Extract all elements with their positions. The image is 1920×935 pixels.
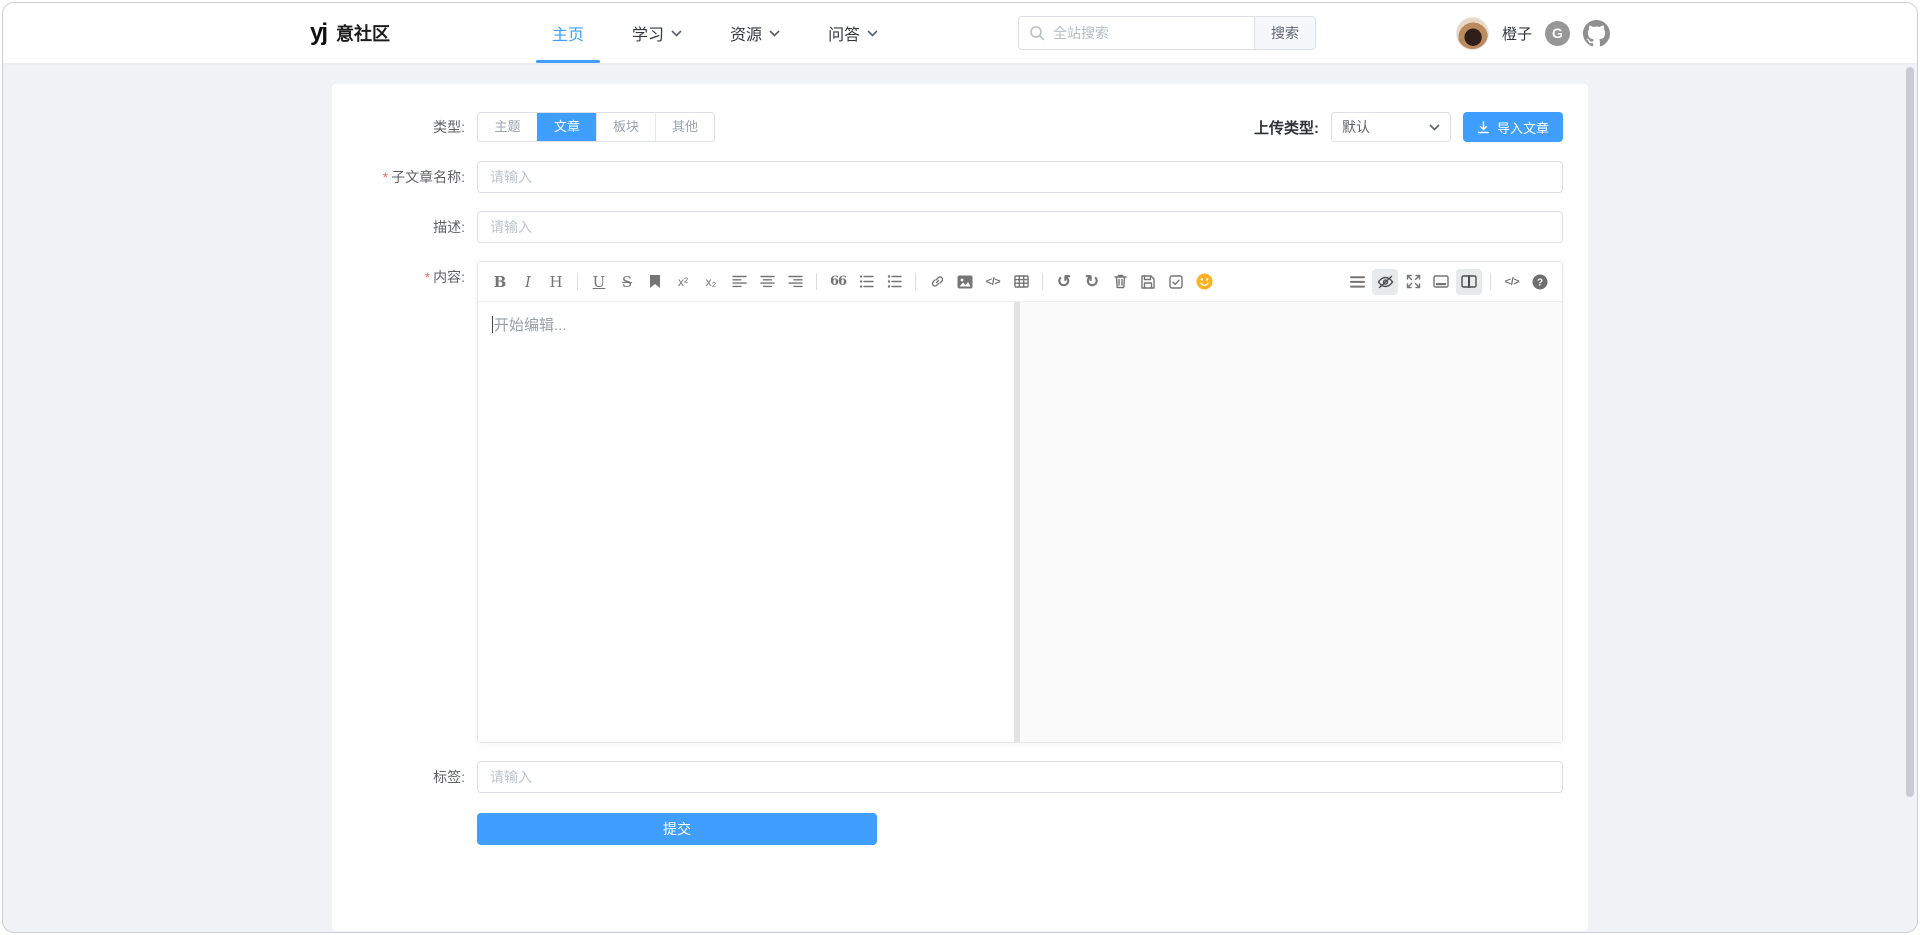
upload-type-label: 上传类型:	[1254, 117, 1319, 138]
sub-article-name-input[interactable]	[477, 161, 1563, 193]
table-icon[interactable]	[1008, 269, 1034, 295]
image-icon[interactable]	[952, 269, 978, 295]
toolbar-divider	[1490, 273, 1491, 290]
code-icon[interactable]: </>	[980, 269, 1006, 295]
scrollbar-thumb[interactable]	[1906, 67, 1914, 797]
quote-icon[interactable]: 66	[825, 269, 851, 295]
article-form-card: 类型: 主题 文章 板块 其他 上传类型: 默认	[332, 84, 1588, 931]
select-value: 默认	[1342, 117, 1370, 137]
user-cluster: 橙子 G	[1456, 17, 1610, 50]
download-icon	[1477, 121, 1490, 134]
check-square-icon[interactable]	[1163, 269, 1189, 295]
type-segmented-control: 主题 文章 板块 其他	[477, 112, 715, 142]
main-nav: 主页 学习 资源 问答	[528, 3, 902, 63]
app-window: yj 意社区 主页 学习 资源 问答	[2, 2, 1918, 933]
nav-label: 问答	[828, 21, 860, 45]
search-icon	[1029, 25, 1045, 41]
search-input[interactable]	[1018, 16, 1254, 50]
superscript-icon[interactable]: x²	[670, 269, 696, 295]
required-mark: *	[425, 269, 430, 285]
import-article-button[interactable]: 导入文章	[1463, 112, 1563, 142]
type-option-other[interactable]: 其他	[655, 113, 714, 141]
preview-toggle-icon[interactable]	[1372, 269, 1398, 295]
description-input[interactable]	[477, 211, 1563, 243]
align-center-icon[interactable]	[754, 269, 780, 295]
type-label: 类型:	[332, 111, 477, 143]
chevron-down-icon	[1429, 124, 1440, 131]
nav-label: 学习	[632, 21, 664, 45]
avatar[interactable]	[1456, 17, 1489, 50]
toc-icon[interactable]	[1344, 269, 1370, 295]
nav-item-learn[interactable]: 学习	[616, 3, 698, 63]
fullscreen-icon[interactable]	[1400, 269, 1426, 295]
logo-icon: yj	[310, 21, 326, 45]
page-body: 类型: 主题 文章 板块 其他 上传类型: 默认	[3, 84, 1917, 933]
save-icon[interactable]	[1135, 269, 1161, 295]
toolbar-divider	[577, 273, 578, 290]
type-option-board[interactable]: 板块	[596, 113, 655, 141]
help-icon[interactable]: ?	[1527, 269, 1553, 295]
upload-type-select[interactable]: 默认	[1331, 112, 1451, 142]
html-code-icon[interactable]: </>	[1499, 269, 1525, 295]
editor-preview-pane	[1020, 302, 1562, 742]
toolbar-divider	[915, 273, 916, 290]
emoji-icon[interactable]	[1191, 269, 1217, 295]
editor-input-pane[interactable]: 开始编辑...	[478, 302, 1014, 742]
github-icon[interactable]	[1583, 20, 1610, 47]
text-caret	[492, 316, 493, 333]
svg-text:?: ?	[1537, 277, 1543, 288]
align-left-icon[interactable]	[726, 269, 752, 295]
tags-label: 标签:	[332, 761, 477, 793]
bold-icon[interactable]: B	[487, 269, 513, 295]
submit-button[interactable]: 提交	[477, 813, 877, 845]
ordered-list-icon[interactable]	[853, 269, 879, 295]
global-search: 搜索	[1018, 16, 1316, 50]
toolbar-divider	[816, 273, 817, 290]
align-right-icon[interactable]	[782, 269, 808, 295]
editor-placeholder: 开始编辑...	[494, 317, 567, 334]
chevron-down-icon	[769, 30, 780, 37]
editor-toolbar: B I H U S x² x₂	[478, 262, 1562, 302]
underline-icon[interactable]: U	[586, 269, 612, 295]
nav-label: 资源	[730, 21, 762, 45]
site-title: 意社区	[336, 20, 390, 46]
link-icon[interactable]	[924, 269, 950, 295]
editor-view-controls: </> ?	[1343, 269, 1554, 295]
unordered-list-icon[interactable]	[881, 269, 907, 295]
search-button[interactable]: 搜索	[1254, 16, 1316, 50]
import-button-label: 导入文章	[1497, 118, 1549, 137]
username[interactable]: 橙子	[1502, 23, 1532, 44]
nav-item-resources[interactable]: 资源	[714, 3, 796, 63]
required-mark: *	[383, 169, 388, 185]
split-view-icon[interactable]	[1456, 269, 1482, 295]
toolbar-divider	[1042, 273, 1043, 290]
name-label: *子文章名称:	[332, 161, 477, 193]
trash-icon[interactable]	[1107, 269, 1133, 295]
gitee-icon[interactable]: G	[1545, 21, 1570, 46]
single-preview-icon[interactable]	[1428, 269, 1454, 295]
site-logo[interactable]: yj 意社区	[310, 20, 390, 46]
type-option-article[interactable]: 文章	[537, 113, 596, 141]
top-navbar: yj 意社区 主页 学习 资源 问答	[3, 3, 1917, 63]
content-label: *内容:	[332, 261, 477, 743]
nav-label: 主页	[552, 21, 584, 45]
italic-icon[interactable]: I	[515, 269, 541, 295]
heading-icon[interactable]: H	[543, 269, 569, 295]
subscript-icon[interactable]: x₂	[698, 269, 724, 295]
undo-icon[interactable]: ↺	[1051, 269, 1077, 295]
nav-item-qa[interactable]: 问答	[812, 3, 894, 63]
description-label: 描述:	[332, 211, 477, 243]
tags-input[interactable]	[477, 761, 1563, 793]
markdown-editor: B I H U S x² x₂	[477, 261, 1563, 743]
strikethrough-icon[interactable]: S	[614, 269, 640, 295]
nav-item-home[interactable]: 主页	[536, 3, 600, 63]
bookmark-icon[interactable]	[642, 269, 668, 295]
chevron-down-icon	[867, 30, 878, 37]
redo-icon[interactable]: ↻	[1079, 269, 1105, 295]
type-option-topic[interactable]: 主题	[478, 113, 537, 141]
chevron-down-icon	[671, 30, 682, 37]
